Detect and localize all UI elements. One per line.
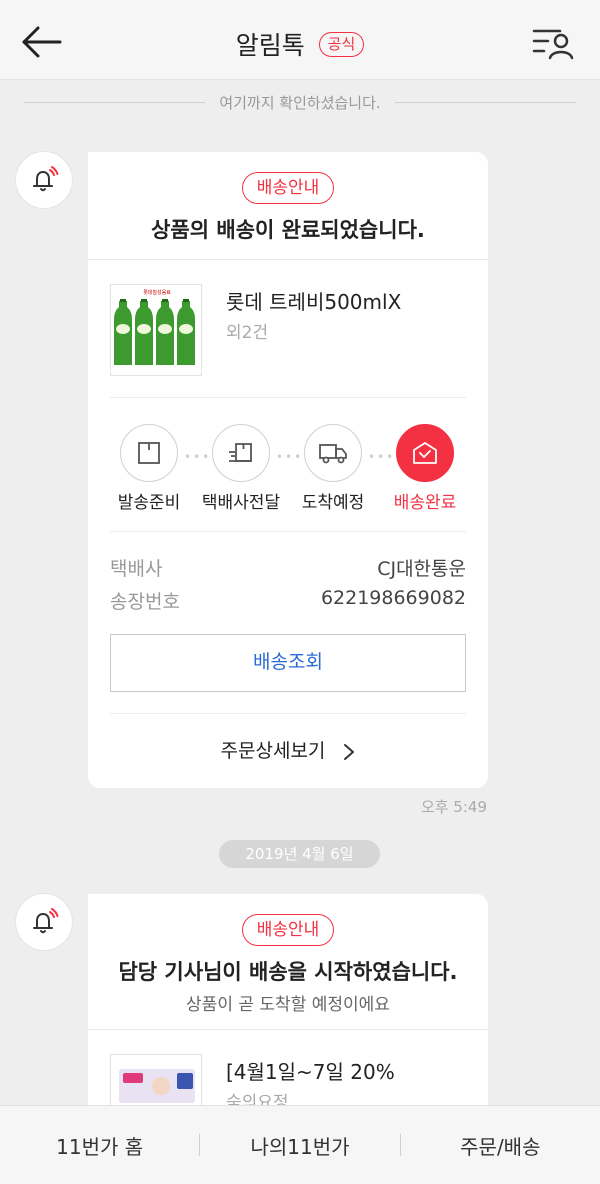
step-label: 도착예정 bbox=[301, 493, 365, 513]
message-time: 오후 5:49 bbox=[420, 798, 487, 816]
chevron-right-icon bbox=[344, 743, 355, 760]
track-delivery-button[interactable]: 배송조회 bbox=[110, 634, 466, 692]
delivery-tag: 배송안내 bbox=[241, 914, 335, 946]
nav-home[interactable]: 11번가 홈 bbox=[0, 1131, 199, 1160]
step-handoff-circle bbox=[212, 424, 270, 482]
nav-my-11st[interactable]: 나의11번가 bbox=[200, 1131, 399, 1160]
step-prepare-circle bbox=[120, 424, 178, 482]
product-thumbnail: 롯데칠성음료 bbox=[110, 284, 202, 376]
nav-orders[interactable]: 주문/배송 bbox=[401, 1131, 600, 1160]
message-card: 배송안내 상품의 배송이 완료되었습니다. 롯데칠성음료 롯데 트레비500ml… bbox=[88, 152, 488, 788]
bottom-nav: 11번가 홈 나의11번가 주문/배송 bbox=[0, 1105, 600, 1184]
box-icon bbox=[138, 442, 160, 464]
bell-avatar bbox=[16, 152, 72, 208]
product-name: [4월1일~7일 20% bbox=[226, 1060, 395, 1084]
svg-text:롯데칠성음료: 롯데칠성음료 bbox=[143, 289, 171, 296]
order-detail-link[interactable]: 주문상세보기 bbox=[88, 714, 488, 788]
invoice-number: 622198669082 bbox=[320, 587, 466, 609]
official-badge: 공식 bbox=[318, 31, 365, 57]
card-header: 배송안내 상품의 배송이 완료되었습니다. bbox=[88, 152, 488, 260]
courier-value: CJ대한통운 bbox=[377, 558, 466, 580]
courier-row: 택배사 CJ대한통운 bbox=[110, 554, 466, 581]
card-header: 배송안내 담당 기사님이 배송을 시작하였습니다. 상품이 곧 도착할 예정이에… bbox=[88, 894, 488, 1030]
product-row[interactable]: 롯데칠성음료 롯데 트레비500mlX 외2건 bbox=[110, 260, 466, 398]
house-check-icon bbox=[413, 442, 437, 464]
order-detail-label: 주문상세보기 bbox=[220, 740, 326, 762]
truck-icon bbox=[319, 444, 347, 464]
read-divider-text: 여기까지 확인하셨습니다. bbox=[219, 93, 381, 112]
bell-icon bbox=[33, 166, 59, 192]
divider-line bbox=[24, 101, 206, 103]
step-complete-circle bbox=[396, 424, 454, 482]
step-connector: ••• bbox=[184, 450, 212, 464]
date-separator: 2019년 4월 6일 bbox=[219, 840, 380, 868]
product-name: 롯데 트레비500mlX bbox=[226, 290, 402, 314]
step-connector: ••• bbox=[276, 450, 304, 464]
step-connector: ••• bbox=[368, 450, 396, 464]
step-label: 택배사전달 bbox=[201, 493, 281, 513]
shipping-info: 택배사 CJ대한통운 송장번호 622198669082 배송조회 bbox=[110, 532, 466, 714]
delivery-tag: 배송안내 bbox=[241, 172, 335, 204]
step-label-active: 배송완료 bbox=[393, 493, 457, 513]
menu-button[interactable] bbox=[530, 22, 574, 62]
invoice-row: 송장번호 622198669082 bbox=[110, 587, 466, 614]
bell-avatar bbox=[16, 894, 72, 950]
title-text: 알림톡 bbox=[235, 31, 305, 60]
list-person-icon bbox=[532, 29, 574, 60]
read-divider: 여기까지 확인하셨습니다. bbox=[24, 90, 576, 114]
page-title: 알림톡 공식 bbox=[0, 26, 600, 62]
divider-line bbox=[394, 101, 576, 103]
bell-icon bbox=[33, 908, 59, 934]
card-title: 상품의 배송이 완료되었습니다. bbox=[151, 218, 425, 242]
courier-label: 택배사 bbox=[110, 558, 163, 580]
step-arriving-circle bbox=[304, 424, 362, 482]
card-subtitle: 상품이 곧 도착할 예정이에요 bbox=[186, 995, 390, 1015]
app-header: 알림톡 공식 bbox=[0, 0, 600, 80]
product-extra-count: 외2건 bbox=[226, 323, 269, 343]
delivery-progress: ••• ••• ••• 발송준비 택배사전달 도착예정 배송완료 bbox=[110, 398, 466, 532]
box-handoff-icon bbox=[229, 443, 252, 462]
card-title: 담당 기사님이 배송을 시작하였습니다. bbox=[118, 960, 458, 984]
invoice-label: 송장번호 bbox=[110, 591, 180, 613]
step-label: 발송준비 bbox=[117, 493, 181, 513]
